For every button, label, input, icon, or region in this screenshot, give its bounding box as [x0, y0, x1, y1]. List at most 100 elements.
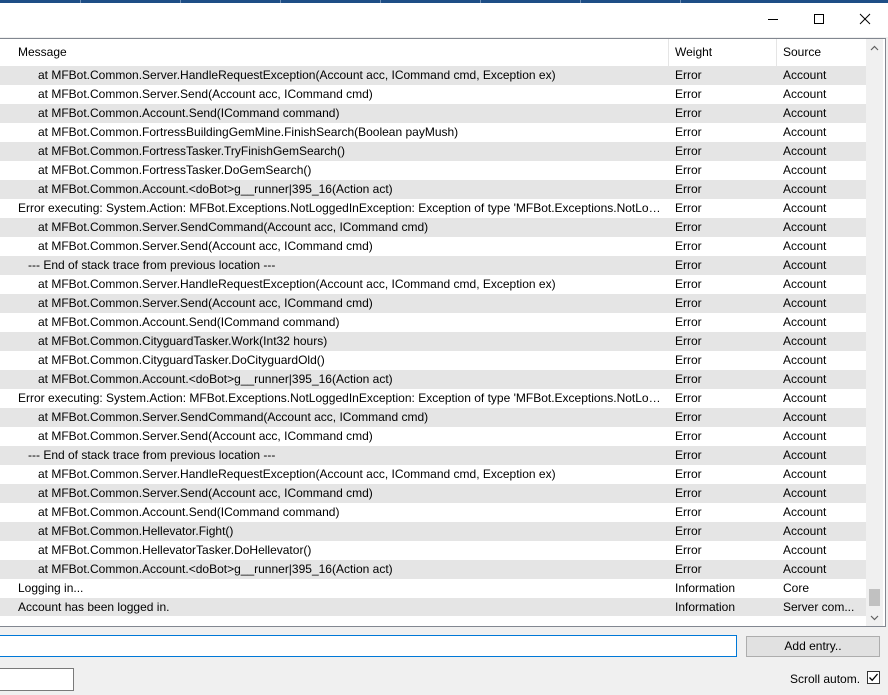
weight-cell: Error [675, 68, 702, 82]
table-row[interactable]: at MFBot.Common.HellevatorTasker.DoHelle… [0, 541, 866, 560]
table-row[interactable]: at MFBot.Common.Hellevator.Fight() Error A… [0, 522, 866, 541]
title-bar [0, 3, 888, 37]
close-icon [859, 13, 871, 25]
minimize-button[interactable] [750, 3, 796, 35]
weight-cell: Error [675, 144, 702, 158]
source-cell: Account [783, 486, 827, 500]
list-header: Message Weight Source [0, 39, 866, 67]
weight-cell: Error [675, 315, 702, 329]
entry-input[interactable] [0, 635, 737, 657]
source-cell: Account [783, 87, 827, 101]
source-cell: Server com... [783, 600, 855, 614]
table-row[interactable]: Logging in... Information Core [0, 579, 866, 598]
close-button[interactable] [842, 3, 888, 35]
table-row[interactable]: at MFBot.Common.FortressTasker.DoGemSear… [0, 161, 866, 180]
source-cell: Account [783, 296, 827, 310]
weight-cell: Error [675, 353, 702, 367]
message-cell: at MFBot.Common.Server.HandleRequestExce… [18, 277, 556, 291]
table-row[interactable]: at MFBot.Common.Account.Send(ICommand co… [0, 104, 866, 123]
weight-cell: Error [675, 467, 702, 481]
log-list[interactable]: Message Weight Source at MFBot.Common.Se… [0, 38, 886, 627]
table-row[interactable]: at MFBot.Common.Server.Send(Account acc,… [0, 294, 866, 313]
table-row[interactable]: at MFBot.Common.Server.HandleRequestExce… [0, 465, 866, 484]
table-row[interactable]: Error executing: System.Action: MFBot.Ex… [0, 389, 866, 408]
message-cell: at MFBot.Common.CityguardTasker.DoCitygu… [18, 353, 325, 367]
scroll-autom-checkbox[interactable] [867, 671, 880, 684]
table-row[interactable]: at MFBot.Common.Server.HandleRequestExce… [0, 66, 866, 85]
table-row[interactable]: at MFBot.Common.Server.SendCommand(Accou… [0, 218, 866, 237]
column-header-message[interactable]: Message [12, 39, 668, 66]
table-row[interactable]: --- End of stack trace from previous loc… [0, 446, 866, 465]
table-row[interactable]: at MFBot.Common.Account.Send(ICommand co… [0, 503, 866, 522]
weight-cell: Error [675, 220, 702, 234]
source-cell: Account [783, 505, 827, 519]
table-row[interactable]: at MFBot.Common.Server.HandleRequestExce… [0, 275, 866, 294]
weight-cell: Error [675, 182, 702, 196]
table-row[interactable]: Account has been logged in. Information Se… [0, 598, 866, 616]
message-cell: at MFBot.Common.Account.<doBot>g__runner… [18, 372, 393, 386]
source-cell: Account [783, 410, 827, 424]
table-row[interactable]: at MFBot.Common.Account.<doBot>g__runner… [0, 560, 866, 579]
weight-cell: Error [675, 125, 702, 139]
weight-cell: Error [675, 505, 702, 519]
table-row[interactable]: at MFBot.Common.Server.Send(Account acc,… [0, 85, 866, 104]
message-cell: at MFBot.Common.FortressBuildingGemMine.… [18, 125, 459, 139]
source-cell: Account [783, 467, 827, 481]
checkmark-icon [869, 673, 878, 682]
table-row[interactable]: at MFBot.Common.Server.Send(Account acc,… [0, 484, 866, 503]
source-cell: Account [783, 201, 827, 215]
source-cell: Account [783, 125, 827, 139]
source-cell: Account [783, 391, 827, 405]
vertical-scrollbar[interactable] [866, 39, 883, 626]
column-header-source[interactable]: Source [777, 39, 866, 66]
source-cell: Account [783, 448, 827, 462]
scroll-up-button[interactable] [866, 39, 883, 56]
weight-cell: Error [675, 429, 702, 443]
table-row[interactable]: at MFBot.Common.Server.SendCommand(Accou… [0, 408, 866, 427]
source-cell: Account [783, 182, 827, 196]
table-row[interactable]: at MFBot.Common.CityguardTasker.DoCitygu… [0, 351, 866, 370]
add-entry-button[interactable]: Add entry.. [746, 636, 880, 657]
weight-cell: Error [675, 334, 702, 348]
source-cell: Account [783, 562, 827, 576]
table-row[interactable]: at MFBot.Common.Server.Send(Account acc,… [0, 237, 866, 256]
message-cell: Account has been logged in. [18, 600, 170, 614]
log-rows: at MFBot.Common.Server.HandleRequestExce… [0, 66, 866, 616]
source-cell: Account [783, 68, 827, 82]
scroll-thumb[interactable] [869, 589, 880, 606]
table-row[interactable]: at MFBot.Common.Account.<doBot>g__runner… [0, 370, 866, 389]
message-cell: at MFBot.Common.Server.HandleRequestExce… [18, 467, 556, 481]
source-cell: Account [783, 334, 827, 348]
message-cell: at MFBot.Common.Server.Send(Account acc,… [18, 239, 373, 253]
weight-cell: Error [675, 524, 702, 538]
chevron-up-icon [870, 45, 879, 50]
table-row[interactable]: at MFBot.Common.FortressBuildingGemMine.… [0, 123, 866, 142]
table-row[interactable]: at MFBot.Common.FortressTasker.TryFinish… [0, 142, 866, 161]
weight-cell: Error [675, 296, 702, 310]
table-row[interactable]: at MFBot.Common.Account.<doBot>g__runner… [0, 180, 866, 199]
weight-cell: Error [675, 87, 702, 101]
message-cell: at MFBot.Common.Server.Send(Account acc,… [18, 296, 373, 310]
source-cell: Account [783, 258, 827, 272]
scroll-down-button[interactable] [866, 609, 883, 626]
weight-cell: Error [675, 543, 702, 557]
maximize-button[interactable] [796, 3, 842, 35]
table-row[interactable]: at MFBot.Common.CityguardTasker.Work(Int… [0, 332, 866, 351]
message-cell: at MFBot.Common.Server.HandleRequestExce… [18, 68, 556, 82]
weight-cell: Error [675, 277, 702, 291]
message-cell: --- End of stack trace from previous loc… [18, 258, 276, 272]
weight-cell: Error [675, 486, 702, 500]
filter-input[interactable] [0, 668, 74, 691]
table-row[interactable]: --- End of stack trace from previous loc… [0, 256, 866, 275]
message-cell: at MFBot.Common.Server.SendCommand(Accou… [18, 410, 429, 424]
message-cell: at MFBot.Common.Account.Send(ICommand co… [18, 315, 340, 329]
column-header-weight[interactable]: Weight [669, 39, 776, 66]
table-row[interactable]: Error executing: System.Action: MFBot.Ex… [0, 199, 866, 218]
table-row[interactable]: at MFBot.Common.Server.Send(Account acc,… [0, 427, 866, 446]
message-cell: --- End of stack trace from previous loc… [18, 448, 276, 462]
source-cell: Account [783, 220, 827, 234]
message-cell: at MFBot.Common.Account.<doBot>g__runner… [18, 562, 393, 576]
table-row[interactable]: at MFBot.Common.Account.Send(ICommand co… [0, 313, 866, 332]
message-cell: at MFBot.Common.Server.Send(Account acc,… [18, 486, 373, 500]
source-cell: Account [783, 429, 827, 443]
